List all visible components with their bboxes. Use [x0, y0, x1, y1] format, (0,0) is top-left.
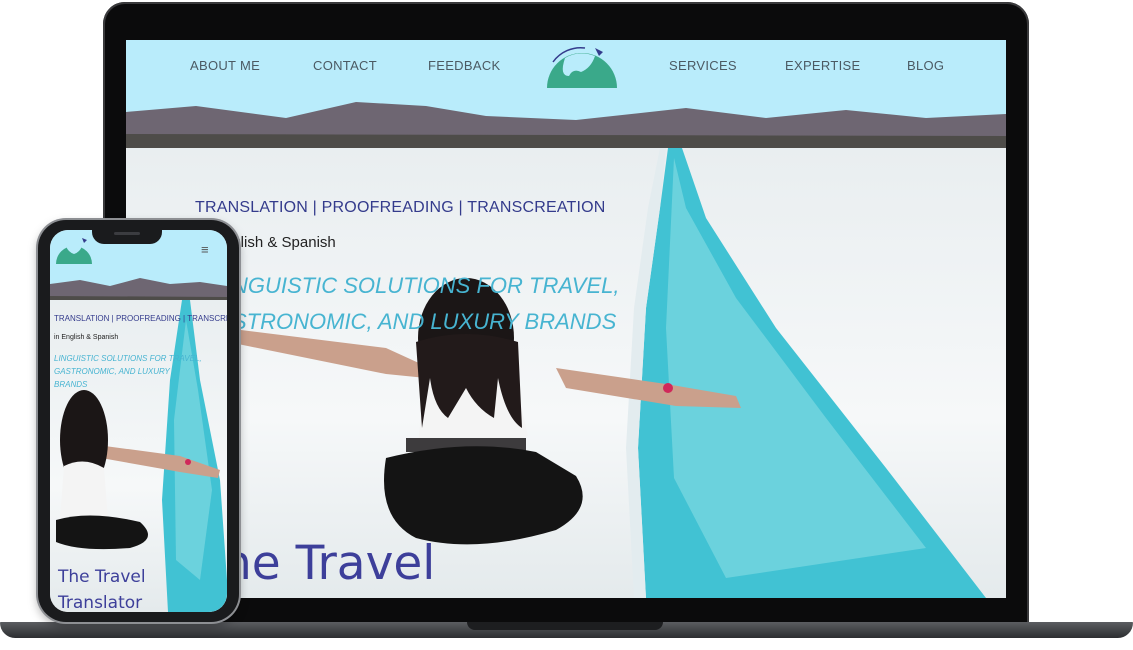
laptop-notch: [467, 622, 663, 630]
nav-about-me[interactable]: ABOUT ME: [190, 58, 260, 73]
menu-icon[interactable]: ≡: [201, 242, 209, 257]
phone-hero-title: The Travel Translator: [58, 567, 146, 612]
phone-woman-photo: [56, 390, 220, 550]
phone-globe-logo-icon[interactable]: [54, 236, 94, 264]
nav-feedback[interactable]: FEEDBACK: [428, 58, 500, 73]
laptop-screen: ABOUT ME CONTACT FEEDBACK SERVICES EXPER…: [126, 40, 1006, 598]
mountains: [126, 102, 1006, 150]
phone-hero-services: TRANSLATION | PROOFREADING | TRANSCREATI…: [54, 314, 227, 323]
nav-blog[interactable]: BLOG: [907, 58, 944, 73]
phone-hero-languages: in English & Spanish: [54, 334, 119, 341]
nav-services[interactable]: SERVICES: [669, 58, 737, 73]
nav-contact[interactable]: CONTACT: [313, 58, 377, 73]
phone-speaker: [114, 232, 140, 235]
nav-expertise[interactable]: EXPERTISE: [785, 58, 860, 73]
hero-languages: nglish & Spanish: [224, 234, 336, 251]
hero-tagline: NGUISTIC SOLUTIONS FOR TRAVEL, STRONOMIC…: [232, 273, 620, 334]
phone-screen: ≡ TRANSLATION | PROOFREADING | TRANSCREA…: [50, 230, 227, 612]
hero-title: he Travel: [222, 536, 436, 591]
hero-services: TRANSLATION | PROOFREADING | TRANSCREATI…: [195, 199, 606, 216]
globe-logo-icon[interactable]: [545, 46, 619, 88]
phone-mountains: [50, 278, 227, 302]
phone-notch: [92, 228, 162, 244]
phone-hero-tagline: LINGUISTIC SOLUTIONS FOR TRAVEL, GASTRON…: [54, 354, 202, 389]
